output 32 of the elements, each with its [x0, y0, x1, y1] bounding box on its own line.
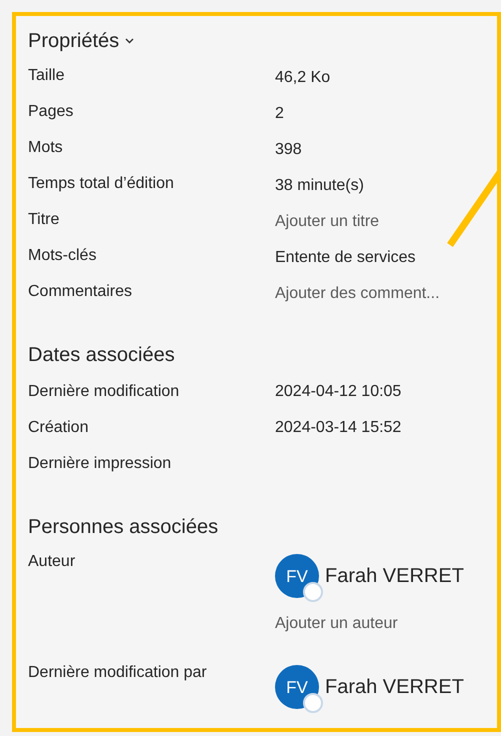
property-value: 2 [275, 104, 284, 124]
property-value: 398 [275, 140, 302, 160]
property-label: Mots-clés [28, 246, 98, 266]
property-label: Commentaires [28, 282, 134, 302]
property-label: Titre [28, 210, 60, 230]
date-value: 2024-04-12 10:05 [275, 382, 402, 402]
property-value: 38 minute(s) [275, 176, 364, 196]
status-icon [303, 582, 323, 602]
property-label: Taille [28, 66, 66, 86]
property-label: Dernière modification par [28, 663, 208, 683]
status-icon [303, 693, 323, 713]
property-value[interactable]: Ajouter un titre [275, 208, 380, 244]
date-value: 2024-03-14 15:52 [275, 418, 402, 438]
add-author-link[interactable]: Ajouter un auteur [275, 612, 464, 636]
property-label: Création [28, 418, 90, 438]
person-name[interactable]: Farah VERRET [325, 672, 464, 702]
section-title: Personnes associées [28, 515, 220, 540]
property-label: Dernière modification [28, 382, 180, 402]
property-label: Temps total d’édition [28, 174, 175, 194]
property-label: Pages [28, 102, 74, 122]
avatar-initials: FV [286, 568, 308, 584]
avatar-initials: FV [286, 678, 308, 696]
chevron-down-icon[interactable] [125, 38, 134, 44]
property-value[interactable]: Ajouter des comment... [275, 280, 440, 316]
property-value: 46,2 Ko [275, 68, 330, 88]
property-label: Auteur [28, 552, 76, 572]
person-name[interactable]: Farah VERRET [325, 561, 464, 591]
property-label: Mots [28, 138, 64, 158]
property-label: Dernière impression [28, 454, 172, 474]
property-value: Entente de services [275, 248, 416, 268]
section-title: Dates associées [28, 343, 176, 368]
section-title[interactable]: Propriétés [28, 26, 120, 56]
